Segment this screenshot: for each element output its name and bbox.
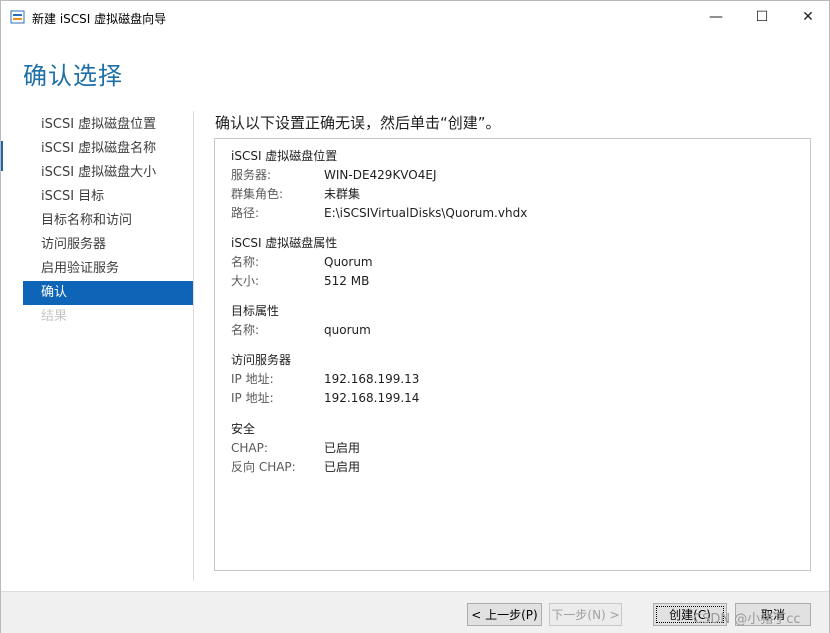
wizard-window: 新建 iSCSI 虚拟磁盘向导 — ☐ ✕ 确认选择 iSCSI 虚拟磁盘位置 … <box>0 0 830 633</box>
left-edge-accent <box>1 141 3 171</box>
window-title: 新建 iSCSI 虚拟磁盘向导 <box>32 12 167 26</box>
disk-name-value: Quorum <box>324 255 373 269</box>
step-target-name-access[interactable]: 目标名称和访问 <box>23 209 193 233</box>
disk-size-label: 大小: <box>231 274 260 288</box>
server-label: 服务器: <box>231 168 272 182</box>
create-button[interactable]: 创建(C) <box>653 603 727 626</box>
maximize-icon: ☐ <box>755 9 769 25</box>
section-security: 安全 CHAP: 已启用 反向 CHAP: 已启用 <box>231 420 360 477</box>
cancel-button[interactable]: 取消 <box>735 603 811 626</box>
step-confirm[interactable]: 确认 <box>23 281 193 305</box>
section-disk-properties: iSCSI 虚拟磁盘属性 名称: Quorum 大小: 512 MB <box>231 234 373 291</box>
section-access-servers: 访问服务器 IP 地址: 192.168.199.13 IP 地址: 192.1… <box>231 351 419 408</box>
section-title: 目标属性 <box>231 304 280 318</box>
reverse-chap-label: 反向 CHAP: <box>231 460 296 474</box>
ip-address-label: IP 地址: <box>231 372 274 386</box>
section-title: iSCSI 虚拟磁盘位置 <box>231 149 338 163</box>
chap-value: 已启用 <box>324 441 361 455</box>
server-value: WIN-DE429KVO4EJ <box>324 168 437 182</box>
maximize-button[interactable]: ☐ <box>739 1 785 33</box>
minimize-button[interactable]: — <box>693 1 739 33</box>
step-disk-location[interactable]: iSCSI 虚拟磁盘位置 <box>23 113 193 137</box>
summary-row: 大小: 512 MB <box>231 272 373 291</box>
ip-address-value: 192.168.199.13 <box>324 372 420 386</box>
wizard-step-nav: iSCSI 虚拟磁盘位置 iSCSI 虚拟磁盘名称 iSCSI 虚拟磁盘大小 i… <box>23 113 193 329</box>
step-results: 结果 <box>41 309 68 324</box>
server-manager-icon <box>10 10 25 24</box>
reverse-chap-value: 已启用 <box>324 460 361 474</box>
path-value: E:\iSCSIVirtualDisks\Quorum.vhdx <box>324 206 528 220</box>
summary-row: 名称: quorum <box>231 321 371 340</box>
summary-row: 群集角色: 未群集 <box>231 185 527 204</box>
chap-label: CHAP: <box>231 441 268 455</box>
summary-row: 反向 CHAP: 已启用 <box>231 458 360 477</box>
summary-panel: iSCSI 虚拟磁盘位置 服务器: WIN-DE429KVO4EJ 群集角色: … <box>214 138 811 571</box>
close-button[interactable]: ✕ <box>785 1 830 33</box>
ip-address-label: IP 地址: <box>231 391 274 405</box>
target-name-value: quorum <box>324 323 371 337</box>
step-disk-size[interactable]: iSCSI 虚拟磁盘大小 <box>23 161 193 185</box>
summary-row: IP 地址: 192.168.199.14 <box>231 389 419 408</box>
summary-row: IP 地址: 192.168.199.13 <box>231 370 419 389</box>
section-disk-location: iSCSI 虚拟磁盘位置 服务器: WIN-DE429KVO4EJ 群集角色: … <box>231 147 527 223</box>
step-disk-name[interactable]: iSCSI 虚拟磁盘名称 <box>23 137 193 161</box>
title-bar[interactable]: 新建 iSCSI 虚拟磁盘向导 — ☐ ✕ <box>1 1 829 33</box>
previous-button[interactable]: < 上一步(P) <box>467 603 542 626</box>
section-title: 安全 <box>231 422 256 436</box>
step-iscsi-target[interactable]: iSCSI 目标 <box>23 185 193 209</box>
next-button: 下一步(N) > <box>549 603 622 626</box>
step-enable-auth[interactable]: 启用验证服务 <box>23 257 193 281</box>
section-title: iSCSI 虚拟磁盘属性 <box>231 236 338 250</box>
section-title: 访问服务器 <box>231 353 292 367</box>
target-name-label: 名称: <box>231 323 260 337</box>
section-target-properties: 目标属性 名称: quorum <box>231 302 371 340</box>
disk-name-label: 名称: <box>231 255 260 269</box>
cluster-role-label: 群集角色: <box>231 187 284 201</box>
button-bar: < 上一步(P) 下一步(N) > 创建(C) 取消 <box>1 591 829 633</box>
page-title: 确认选择 <box>23 62 123 90</box>
nav-divider <box>193 111 194 581</box>
minimize-icon: — <box>709 9 723 25</box>
instruction-text: 确认以下设置正确无误，然后单击“创建”。 <box>215 114 501 132</box>
step-access-servers[interactable]: 访问服务器 <box>23 233 193 257</box>
close-icon: ✕ <box>802 9 814 25</box>
disk-size-value: 512 MB <box>324 274 370 288</box>
summary-row: 名称: Quorum <box>231 253 373 272</box>
path-label: 路径: <box>231 206 260 220</box>
cluster-role-value: 未群集 <box>324 187 361 201</box>
summary-row: CHAP: 已启用 <box>231 439 360 458</box>
ip-address-value: 192.168.199.14 <box>324 391 420 405</box>
summary-row: 服务器: WIN-DE429KVO4EJ <box>231 166 527 185</box>
summary-row: 路径: E:\iSCSIVirtualDisks\Quorum.vhdx <box>231 204 527 223</box>
